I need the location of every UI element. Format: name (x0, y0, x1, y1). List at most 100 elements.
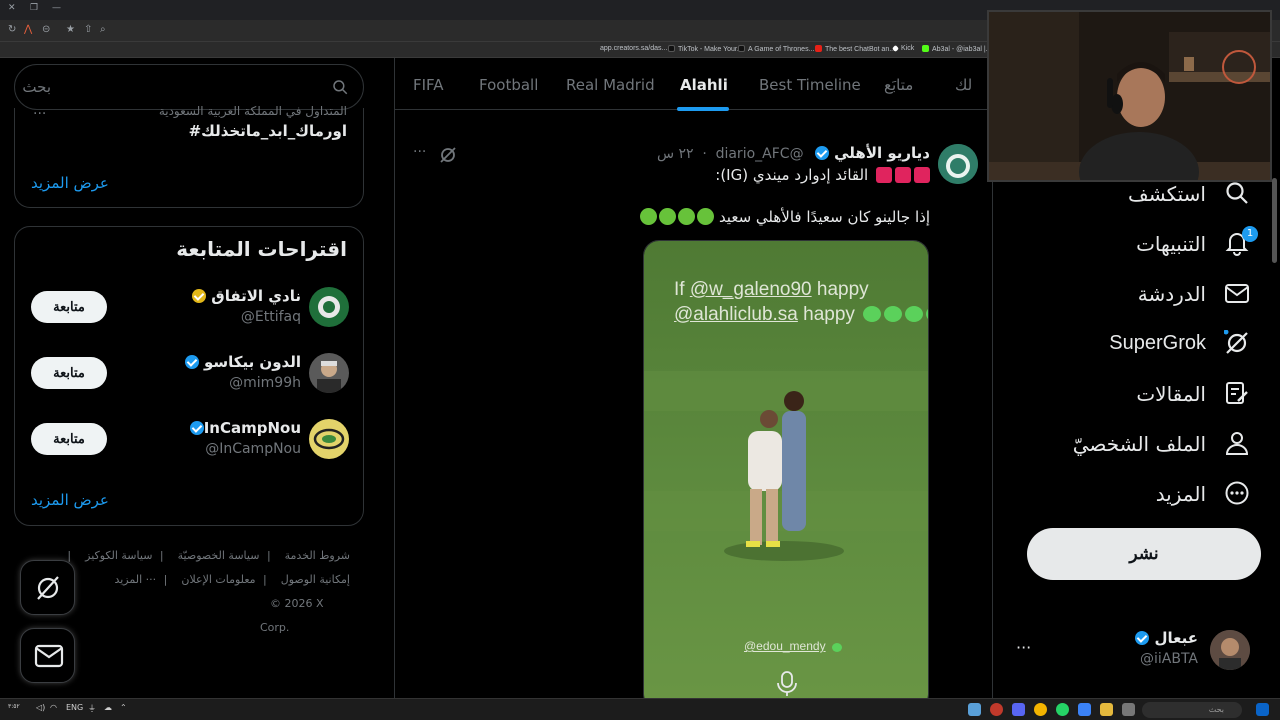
follow-suggestion-row[interactable]: InCampNou @InCampNou متابعة (15, 419, 365, 479)
green-heart-emoji-icon (659, 208, 677, 225)
mic-tray-icon[interactable]: ⏚ (88, 703, 96, 714)
nav-item-explore[interactable]: استكشف (1070, 176, 1250, 216)
whatsapp-icon[interactable] (1056, 703, 1069, 716)
follow-suggestion-row[interactable]: نادي الاتفاق @Ettifaq متابعة (15, 287, 365, 347)
bookmark-item[interactable]: app.creators.sa/das... (600, 45, 667, 52)
lock-icon: ⊝ (42, 24, 51, 35)
star-icon[interactable]: ★ (66, 24, 75, 35)
post-author-handle[interactable]: @diario_AFC (716, 146, 804, 162)
verified-badge-icon (184, 355, 199, 369)
steam-icon[interactable] (968, 703, 981, 716)
follow-button[interactable]: متابعة (31, 291, 107, 323)
tab-alahli[interactable]: Alahli (680, 76, 728, 94)
nav-item-chat[interactable]: الدردشة (1070, 276, 1250, 316)
article-icon (1224, 380, 1250, 410)
scrollbar[interactable] (1272, 178, 1277, 263)
nav-item-label: المقالات (1136, 382, 1206, 406)
tab-real-madrid[interactable]: Real Madrid (566, 76, 655, 94)
tab-fifa[interactable]: FIFA (413, 76, 444, 94)
follow-suggestion-row[interactable]: الدون بيكاسو @mim99h متابعة (15, 353, 365, 413)
tab-following[interactable]: متابَع (884, 76, 913, 94)
nav-item-label: الدردشة (1137, 282, 1206, 306)
windows-start-icon[interactable] (1256, 703, 1269, 716)
account-more-icon[interactable]: ··· (1016, 638, 1031, 657)
post-timestamp[interactable]: ٢٢ س (657, 146, 694, 162)
volume-icon[interactable]: ◁) (36, 703, 45, 712)
nav-item-label: الملف الشخصيّ (1072, 432, 1206, 456)
app-icon[interactable] (1122, 703, 1135, 716)
tab-for-you[interactable]: لك (955, 76, 972, 94)
nav-item-supergrok[interactable]: SuperGrok (1070, 326, 1250, 366)
webcam-overlay (987, 10, 1272, 182)
post-text-line: القائد إدوارد ميندي (IG): (715, 166, 930, 184)
who-to-follow-card: اقتراحات المتابعة نادي الاتفاق @Ettifaq … (14, 226, 364, 526)
green-heart-emoji-icon (678, 208, 696, 225)
cloud-icon[interactable]: ☁ (104, 703, 112, 712)
nav-item-notifications[interactable]: التنبيهات 1 (1070, 226, 1258, 266)
bookmark-item[interactable]: TikTok - Make Your... (668, 45, 743, 53)
file-explorer-icon[interactable] (1100, 703, 1113, 716)
nav-item-more[interactable]: المزيد (1070, 476, 1250, 516)
reload-icon[interactable]: ↻ (8, 24, 16, 35)
post[interactable]: دياريو الأهلي @diario_AFC · ٢٢ س القائد … (395, 128, 992, 698)
post-more-icon[interactable]: ··· (413, 144, 426, 160)
webcam-feed (989, 12, 1270, 180)
account-name: InCampNou (187, 419, 301, 437)
app-icon[interactable] (1078, 703, 1091, 716)
share-icon[interactable]: ⇧ (84, 24, 92, 35)
account-switcher[interactable]: عبعال @iiABTA ··· (994, 624, 1280, 674)
zoom-icon[interactable]: ⌕ (100, 24, 106, 35)
tray-expand-icon[interactable]: ⌃ (120, 703, 127, 712)
bookmark-item[interactable]: A Game of Thrones... (738, 45, 814, 53)
post-media-video[interactable]: If @w_galeno90 happy @alahliclub.sa happ… (643, 240, 929, 698)
nav-item-profile[interactable]: الملف الشخصيّ (1070, 426, 1250, 466)
chrome-icon[interactable] (1034, 703, 1047, 716)
wifi-icon[interactable]: ◠ (50, 703, 57, 712)
grok-explain-icon[interactable] (439, 146, 457, 168)
who-to-follow-show-more-link[interactable]: عرض المزيد (31, 491, 109, 509)
language-indicator[interactable]: ENG (66, 703, 83, 712)
footer-link[interactable]: سياسة الخصوصيّة (178, 549, 260, 562)
footer-link[interactable]: إمكانية الوصول (281, 573, 350, 586)
who-to-follow-title: اقتراحات المتابعة (176, 237, 347, 261)
close-window-icon[interactable]: ✕ (8, 3, 16, 13)
discord-icon[interactable] (1012, 703, 1025, 716)
account-name: الدون بيكاسو (182, 353, 301, 371)
trend-more-icon[interactable]: ··· (33, 106, 46, 122)
follow-button[interactable]: متابعة (31, 423, 107, 455)
tab-football[interactable]: Football (479, 76, 538, 94)
trend-context: المتداول في المملكة العربية السعودية (158, 104, 347, 118)
trend-hashtag[interactable]: #اورماك_ابد_ماتخذلك (189, 122, 347, 140)
footer-link[interactable]: سياسة الكوكيز (85, 549, 152, 562)
microphone-icon (776, 671, 798, 698)
avatar[interactable] (938, 144, 978, 184)
green-heart-emoji-icon (640, 208, 658, 225)
bookmark-item[interactable]: Kick (891, 44, 914, 53)
tab-best-timeline[interactable]: Best Timeline (759, 76, 861, 94)
nav-item-label: SuperGrok (1109, 332, 1206, 354)
verified-badge-icon (815, 146, 830, 160)
messages-float-button[interactable] (20, 628, 75, 683)
timeline-column: لك متابَع Best Timeline Alahli Real Madr… (394, 58, 993, 698)
search-placeholder: بحث (22, 78, 51, 96)
footer-link[interactable]: معلومات الإعلان (181, 573, 255, 586)
post-button[interactable]: نشر (1027, 528, 1261, 580)
account-name: عبعال (1132, 629, 1198, 647)
trends-show-more-link[interactable]: عرض المزيد (31, 174, 109, 192)
account-handle: @mim99h (229, 375, 301, 391)
minimize-window-icon[interactable]: — (52, 3, 61, 13)
extension-icon[interactable]: ⋀ (24, 24, 32, 35)
app-icon[interactable] (990, 703, 1003, 716)
restore-window-icon[interactable]: ❐ (30, 3, 38, 13)
footer-link[interactable]: شروط الخدمة (285, 549, 350, 562)
post-author-name[interactable]: دياريو الأهلي (834, 144, 930, 162)
grok-float-button[interactable] (20, 560, 75, 615)
footer-link[interactable]: ··· المزيد (114, 573, 156, 586)
follow-button[interactable]: متابعة (31, 357, 107, 389)
nav-item-articles[interactable]: المقالات (1070, 376, 1250, 416)
bookmark-item[interactable]: The best ChatBot an... (815, 45, 895, 53)
bookmark-item[interactable]: Ab3al - @iab3al |... (922, 45, 992, 53)
green-heart-emoji-icon (697, 208, 715, 225)
taskbar-search[interactable]: بحث (1142, 702, 1242, 718)
clock-date: ٣:٥٢ (8, 703, 20, 710)
